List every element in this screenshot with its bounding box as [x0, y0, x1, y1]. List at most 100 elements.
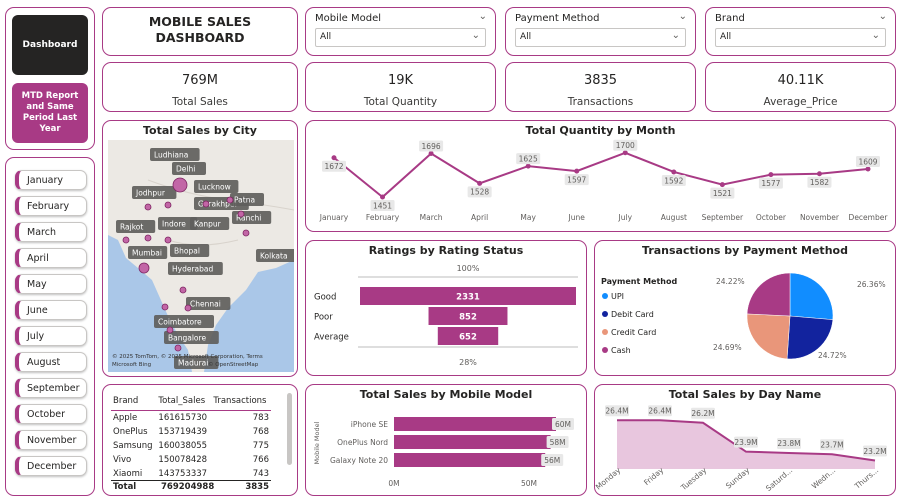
kpi-value: 3835 [583, 73, 618, 88]
model-value-label: 56M [544, 456, 560, 465]
month-button-august[interactable]: August [15, 352, 87, 372]
map-attribution: © 2025 TomTom, © 2025 Microsoft Corporat… [112, 353, 263, 360]
city-label: Coimbatore [158, 318, 202, 327]
table-cell: 766 [252, 455, 269, 465]
column-header[interactable]: Brand [111, 393, 157, 411]
payment-method-dropdown[interactable]: All ⌄ [515, 28, 686, 47]
month-tick-label: October [756, 213, 787, 222]
brand-table-card: Brand Total_Sales Transactions Apple 1616… [102, 384, 298, 496]
table-row[interactable]: Apple 161615730 783 [111, 411, 271, 426]
table-row[interactable]: Samsung 160038055 775 [111, 439, 271, 453]
month-tick-label: April [471, 213, 488, 222]
model-y-axis-label: Mobile Model [313, 421, 321, 464]
column-header[interactable]: Total_Sales [156, 393, 212, 411]
table-total-row: Total 769204988 3835 [111, 480, 271, 494]
table-scrollbar[interactable] [287, 393, 292, 465]
model-bar [394, 417, 556, 431]
month-button-january[interactable]: January [15, 170, 87, 190]
dashboard-button[interactable]: Dashboard [12, 15, 88, 75]
quantity-point [816, 171, 822, 177]
quantity-by-month-card: Total Quantity by Month 1672 January 1451 F… [305, 120, 896, 232]
chevron-down-icon[interactable]: ⌄ [679, 11, 687, 22]
month-button-april[interactable]: April [15, 248, 87, 268]
chevron-down-icon[interactable]: ⌄ [479, 11, 487, 22]
month-tick-label: September [702, 213, 744, 222]
month-button-february[interactable]: February [15, 196, 87, 216]
chevron-down-icon[interactable]: ⌄ [879, 11, 887, 22]
day-area-chart[interactable]: 26.4MMonday26.4MFriday26.2MTuesday23.9MS… [595, 385, 895, 495]
table-row[interactable]: OnePlus 153719439 768 [111, 425, 271, 439]
city-marker [226, 196, 234, 204]
quantity-data-label: 1582 [810, 178, 829, 187]
month-button-october[interactable]: October [15, 404, 87, 424]
month-button-march[interactable]: March [15, 222, 87, 242]
table-cell: Xiaomi [113, 469, 143, 479]
city-label: Rajkot [120, 223, 143, 232]
table-row[interactable]: Vivo 150078428 766 [111, 453, 271, 467]
model-bar [394, 435, 551, 449]
city-marker [202, 200, 210, 208]
table-row[interactable]: Xiaomi 143753337 743 [111, 467, 271, 481]
mobile-model-dropdown[interactable]: All ⌄ [315, 28, 486, 47]
month-button-july[interactable]: July [15, 326, 87, 346]
day-tick-label: Thurs... [852, 466, 880, 492]
table-cell: 783 [252, 413, 269, 423]
city-label: Mumbai [132, 249, 162, 258]
mtd-report-button-label: MTD Report and Same Period Last Year [21, 91, 79, 134]
payment-pie-chart[interactable]: Payment Method UPI Debit Card Credit Card Ca… [595, 241, 895, 375]
city-label: Kolkata [260, 252, 288, 261]
model-category-label: Galaxy Note 20 [330, 456, 388, 465]
month-button-december[interactable]: December [15, 456, 87, 476]
table-cell: 153719439 [158, 427, 208, 437]
slicer-payment-method: Payment Method ⌄ All ⌄ [505, 7, 696, 56]
legend-item: Debit Card [611, 310, 654, 319]
city-label: Jodhpur [135, 189, 166, 198]
funnel-top-label: 100% [457, 264, 480, 273]
day-value-label: 26.4M [648, 407, 671, 416]
month-button-november[interactable]: November [15, 430, 87, 450]
quantity-data-label: 1577 [761, 179, 780, 188]
month-button-may[interactable]: May [15, 274, 87, 294]
brand-dropdown[interactable]: All ⌄ [715, 28, 886, 47]
funnel-category-label: Good [314, 293, 336, 303]
month-slicer: January February March April May June July Augu… [5, 157, 95, 496]
month-button-september[interactable]: September [15, 378, 87, 398]
legend-marker [602, 311, 608, 317]
total-label: Total [113, 482, 137, 492]
column-header[interactable]: Transactions [211, 393, 271, 411]
day-value-label: 26.2M [691, 409, 714, 418]
ratings-funnel-chart[interactable]: 100% 2331 Good 852 Poor 652 Average 28% [306, 241, 586, 375]
total-transactions-value: 3835 [245, 482, 269, 492]
city-marker [161, 303, 169, 311]
map-card: Total Sales by City Ludhiana Delhi Lucknow… [102, 120, 298, 377]
city-map[interactable]: LudhianaDelhiLucknowJodhpurGorakhpurPatn… [108, 140, 294, 372]
dashboard-button-label: Dashboard [22, 40, 78, 50]
quantity-line-chart[interactable]: 1672 January 1451 February 1696 March 1528 Apri… [306, 121, 895, 231]
sales-by-model-card: Total Sales by Mobile Model Mobile Model… [305, 384, 587, 496]
funnel-bottom-label: 28% [459, 358, 477, 367]
city-label: Lucknow [198, 183, 231, 192]
model-value-label: 58M [550, 438, 566, 447]
day-tick-label: Tuesday [678, 465, 708, 493]
city-marker [144, 234, 152, 242]
kpi-value: 40.11K [777, 73, 824, 88]
quantity-data-label: 1597 [567, 175, 586, 184]
header-card: MOBILE SALES DASHBOARD [102, 7, 298, 56]
city-label: Chennai [190, 300, 221, 309]
bing-logo: Microsoft Bing [112, 362, 151, 368]
table-cell: Vivo [113, 455, 132, 465]
total-sales-value: 769204988 [161, 482, 215, 492]
kpi-total-quantity: 19K Total Quantity [305, 62, 496, 112]
kpi-value: 19K [387, 73, 414, 88]
map-title: Total Sales by City [143, 124, 257, 137]
sales-by-day-card: Total Sales by Day Name 26.4M Monday 26.4M… [594, 384, 896, 496]
city-label: Patna [234, 196, 255, 205]
table-cell: 775 [252, 441, 269, 451]
day-value-label: 23.8M [777, 439, 800, 448]
month-button-june[interactable]: June [15, 300, 87, 320]
month-tick-label: August [661, 213, 687, 222]
model-bar-chart[interactable]: Mobile Model iPhone SE 60M OnePlus Nord 58M G… [306, 385, 586, 495]
kpi-label: Average_Price [763, 96, 838, 108]
quantity-point [525, 163, 531, 169]
mtd-report-button[interactable]: MTD Report and Same Period Last Year [12, 83, 88, 143]
